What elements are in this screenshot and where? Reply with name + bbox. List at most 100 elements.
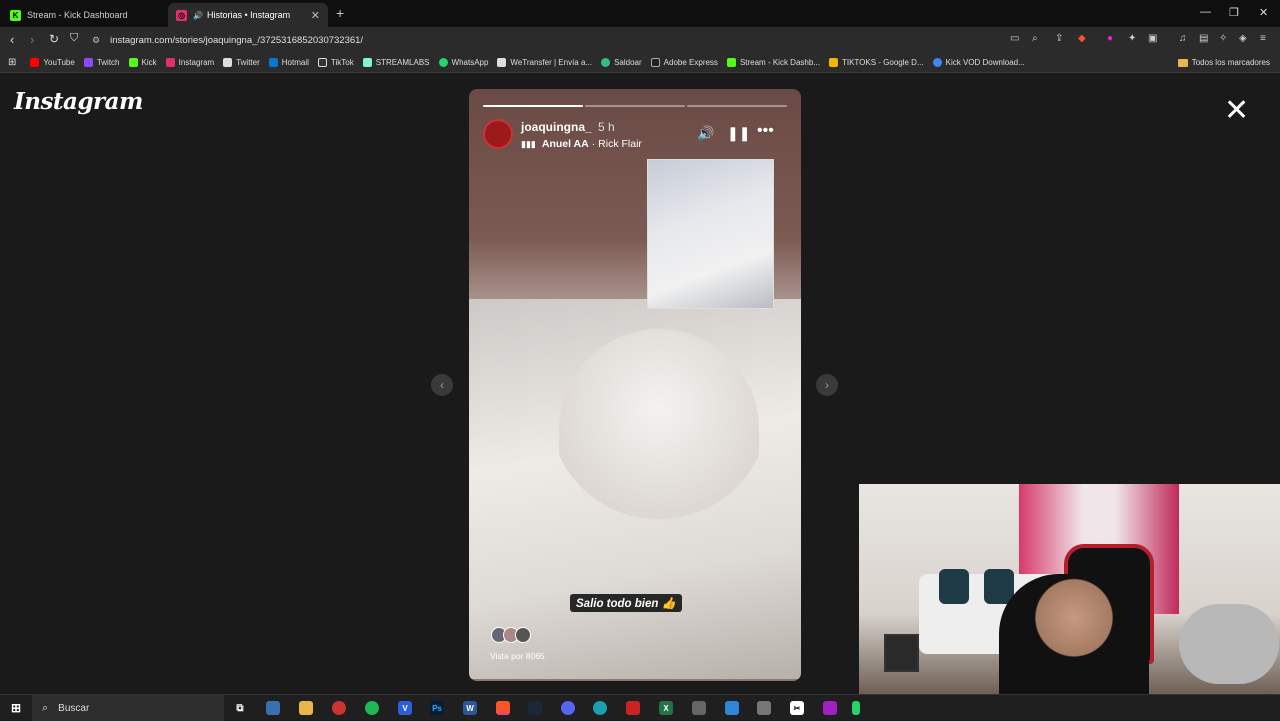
viewer-avatars[interactable] (491, 627, 531, 643)
word-icon[interactable]: W (463, 701, 477, 715)
whatsapp-icon (438, 58, 448, 67)
browser-tab-bar: K Stream - Kick Dashboard ◎ 🔊 Historias … (0, 0, 1280, 27)
bookmark-streamlabs[interactable]: STREAMLABS (362, 58, 430, 67)
avatar[interactable] (483, 119, 513, 149)
more-options-icon[interactable]: ••• (757, 122, 774, 140)
sidebar-icon[interactable]: ▣ (1148, 33, 1157, 44)
wetransfer-icon (497, 58, 507, 67)
all-bookmarks[interactable]: Todos los marcadores (1177, 58, 1270, 67)
progress-segment (483, 105, 583, 107)
app-icon[interactable] (593, 701, 607, 715)
bookmarks-bar: ⊞ YouTube Twitch Kick Instagram Twitter … (0, 53, 1280, 73)
extension-icon[interactable]: ● (1107, 33, 1113, 44)
brave-icon[interactable] (496, 701, 510, 715)
bookmark-twitter[interactable]: Twitter (223, 58, 260, 67)
pause-icon[interactable]: ❚❚ (727, 125, 750, 142)
app-icon[interactable] (725, 701, 739, 715)
instagram-stories-viewer: Instagram ✕ ‹ › joaquingna_ 5 h ▮▮▮ Anue… (0, 74, 1280, 720)
reload-icon[interactable]: ↻ (49, 32, 59, 46)
bookmark-tiktoks-drive[interactable]: TIKTOKS - Google D... (828, 58, 924, 67)
search-icon: ⌕ (42, 701, 49, 714)
saldoar-icon (601, 58, 611, 67)
back-icon[interactable]: ‹ (10, 32, 14, 47)
url-field[interactable]: ⚙ instagram.com/stories/joaquingna_/3725… (92, 31, 1092, 49)
windows-start-icon[interactable]: ⊞ (9, 701, 23, 715)
wallet-icon[interactable]: ▤ (1199, 33, 1208, 44)
new-tab-button[interactable]: + (336, 5, 344, 21)
app-icon[interactable] (266, 701, 280, 715)
whatsapp-icon[interactable] (852, 701, 860, 715)
task-view-icon[interactable]: ⧉ (233, 701, 247, 715)
media-icon[interactable]: ♫ (1179, 33, 1187, 44)
bookmark-instagram[interactable]: Instagram (165, 58, 214, 67)
story-music[interactable]: ▮▮▮ Anuel AA · Rick Flair (521, 138, 642, 150)
close-tab-icon[interactable]: ✕ (311, 9, 320, 22)
menu-icon[interactable]: ≡ (1260, 33, 1266, 44)
bookmark-kick-vod[interactable]: Kick VOD Download... (932, 58, 1025, 67)
instagram-icon: ◎ (176, 9, 187, 21)
progress-fill (483, 105, 583, 107)
zoom-icon[interactable]: ⌕ (1032, 33, 1038, 44)
taskbar-search[interactable]: ⌕ Buscar (32, 695, 224, 721)
apps-icon[interactable]: ⊞ (8, 57, 16, 68)
app-icon[interactable]: V (398, 701, 412, 715)
story-username[interactable]: joaquingna_ (521, 120, 592, 134)
file-explorer-icon[interactable] (299, 701, 313, 715)
extensions-icon[interactable]: ✦ (1128, 33, 1136, 44)
music-bars-icon: ▮▮▮ (521, 138, 536, 149)
download-icon (932, 58, 942, 67)
app-icon[interactable] (692, 701, 706, 715)
share-icon[interactable]: ⇪ (1055, 33, 1063, 44)
bookmark-adobe-express[interactable]: Adobe Express (650, 58, 718, 67)
bookmark-wetransfer[interactable]: WeTransfer | Envía a... (497, 58, 592, 67)
adobe-icon (650, 58, 660, 67)
progress-segment (585, 105, 685, 107)
app-icon[interactable] (757, 701, 771, 715)
bookmark-tiktok[interactable]: TikTok (317, 58, 354, 67)
cast-icon[interactable]: ▭ (1010, 33, 1019, 44)
bookmark-whatsapp[interactable]: WhatsApp (438, 58, 488, 67)
next-story-icon[interactable]: › (816, 374, 838, 396)
outlook-icon (268, 58, 278, 67)
address-bar: ‹ › ↻ ⛉ ⚙ instagram.com/stories/joaquing… (0, 27, 1280, 53)
maximize-icon[interactable]: ❐ (1229, 6, 1239, 19)
app-icon[interactable] (823, 701, 837, 715)
bookmark-icon[interactable]: ⛉ (70, 32, 78, 45)
previous-story-icon[interactable]: ‹ (431, 374, 453, 396)
instagram-logo[interactable]: Instagram (14, 88, 143, 115)
vpn-icon[interactable]: ◈ (1239, 33, 1247, 44)
app-icon[interactable] (626, 701, 640, 715)
avatar (515, 627, 531, 643)
steam-icon[interactable] (528, 701, 542, 715)
close-icon[interactable]: ✕ (1224, 96, 1249, 126)
tab-instagram-stories[interactable]: ◎ 🔊 Historias • Instagram ✕ (168, 3, 328, 27)
bookmark-twitch[interactable]: Twitch (83, 58, 120, 67)
bookmark-youtube[interactable]: YouTube (30, 58, 75, 67)
bookmark-kick[interactable]: Kick (128, 58, 157, 67)
forward-icon[interactable]: › (30, 32, 34, 47)
bookmark-saldoar[interactable]: Saldoar (601, 58, 642, 67)
photoshop-icon[interactable]: Ps (430, 701, 444, 715)
view-count[interactable]: Vista por 8065 (490, 651, 545, 661)
volume-icon[interactable]: 🔊 (697, 125, 714, 142)
search-placeholder: Buscar (58, 702, 90, 714)
site-info-icon[interactable]: ⚙ (92, 35, 100, 46)
leo-icon[interactable]: ✧ (1219, 33, 1227, 44)
bookmark-kick-dashboard[interactable]: Stream - Kick Dashb... (726, 58, 820, 67)
instagram-icon (165, 58, 175, 67)
tab-kick-dashboard[interactable]: K Stream - Kick Dashboard (2, 3, 167, 27)
speaker-icon: 🔊 (193, 10, 203, 20)
webcam-overlay (859, 484, 1280, 720)
bookmark-hotmail[interactable]: Hotmail (268, 58, 309, 67)
capcut-icon[interactable]: ✂ (790, 701, 804, 715)
close-window-icon[interactable]: ✕ (1259, 6, 1268, 19)
windows-taskbar: ⊞ ⌕ Buscar ⧉ V Ps W X ✂ (0, 694, 1280, 721)
kick-icon (726, 58, 736, 67)
spotify-icon[interactable] (365, 701, 379, 715)
excel-icon[interactable]: X (659, 701, 673, 715)
discord-icon[interactable] (561, 701, 575, 715)
minimize-icon[interactable]: — (1200, 6, 1211, 18)
story-card[interactable]: joaquingna_ 5 h ▮▮▮ Anuel AA · Rick Flai… (469, 89, 801, 681)
brave-shield-icon[interactable]: ◆ (1078, 33, 1086, 44)
app-icon[interactable] (332, 701, 346, 715)
